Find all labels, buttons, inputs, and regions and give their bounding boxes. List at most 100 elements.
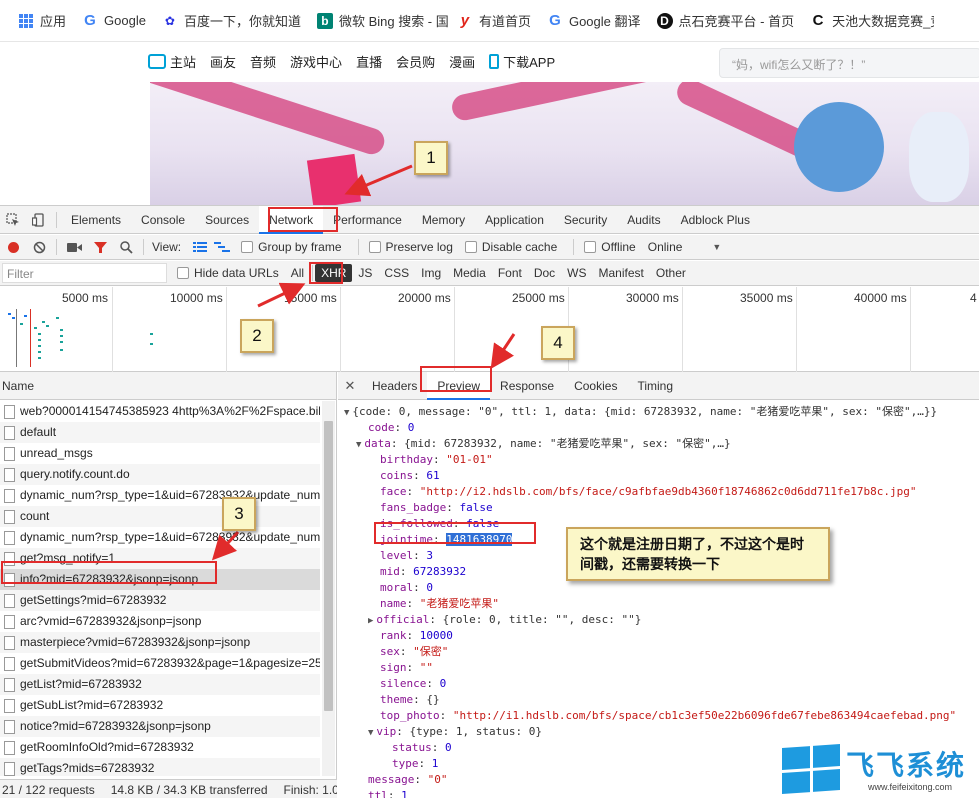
bookmark-google[interactable]: G Google [74,6,154,36]
tab-elements[interactable]: Elements [61,206,131,234]
file-icon [4,593,15,608]
request-row[interactable]: arc?vmid=67283932&jsonp=jsonp [0,611,320,632]
dianshi-icon: D [656,12,673,29]
nav-item-live[interactable]: 直播 [356,52,382,71]
nav-item-main[interactable]: 主站 [170,52,196,71]
tab-headers[interactable]: Headers [362,372,427,400]
filter-toggle-button[interactable] [87,235,113,260]
bookmark-dianshi[interactable]: D 点石竞赛平台 - 首页 [649,6,803,36]
request-list[interactable]: web?000014154745385923 4http%3A%2F%2Fspa… [0,401,320,776]
waterfall-bar [38,351,41,353]
tab-application[interactable]: Application [475,206,554,234]
overview-button[interactable] [211,235,233,260]
group-by-frame-checkbox[interactable]: Group by frame [241,240,342,254]
tab-console[interactable]: Console [131,206,195,234]
bookmark-google-translate[interactable]: G Google 翻译 [539,6,649,36]
nav-item-games[interactable]: 游戏中心 [290,52,342,71]
filter-type-css[interactable]: CSS [378,264,415,282]
request-row[interactable]: default [0,422,320,443]
capture-screenshots-button[interactable] [61,235,87,260]
filter-input[interactable]: Filter [2,263,167,283]
record-icon [7,241,19,253]
request-row[interactable]: getSubmitVideos?mid=67283932&page=1&page… [0,653,320,674]
json-vip-row[interactable]: ▼ vip: {type: 1, status: 0} [368,724,542,741]
filter-type-js[interactable]: JS [352,264,378,282]
filter-type-manifest[interactable]: Manifest [593,264,650,282]
json-data-row[interactable]: ▼ data: {mid: 67283932, name: "老猪爱吃苹果", s… [356,436,731,453]
tab-security[interactable]: Security [554,206,617,234]
site-search-input[interactable]: “妈，wifi怎么又断了？！” [719,48,979,78]
request-row[interactable]: masterpiece?vmid=67283932&jsonp=jsonp [0,632,320,653]
banner-ribbon [150,82,388,158]
nav-item-shop[interactable]: 会员购 [396,52,435,71]
bookmark-tianchi[interactable]: C 天池大数据竞赛_竞赛 [802,6,934,36]
request-row[interactable]: notice?mid=67283932&jsonp=jsonp [0,716,320,737]
close-icon[interactable]: ✕ [338,378,362,394]
device-toolbar-icon[interactable] [26,206,52,234]
nav-item-download-app[interactable]: 下载APP [503,52,555,71]
filter-type-other[interactable]: Other [650,264,692,282]
network-overview-timeline[interactable]: 5000 ms 10000 ms 15000 ms 20000 ms 25000… [0,287,979,372]
clear-button[interactable] [26,235,52,260]
offline-checkbox[interactable]: Offline [584,240,636,254]
search-button[interactable] [113,235,139,260]
json-official-row[interactable]: ▶ official: {role: 0, title: "", desc: ""… [368,612,641,629]
request-row[interactable]: count [0,506,320,527]
nav-item-painters[interactable]: 画友 [210,52,236,71]
bookmark-baidu[interactable]: ✿ 百度一下，你就知道 [154,6,309,36]
request-row[interactable]: query.notify.count.do [0,464,320,485]
filter-type-ws[interactable]: WS [561,264,592,282]
request-row[interactable]: dynamic_num?rsp_type=1&uid=67283932&upda… [0,527,320,548]
request-row[interactable]: getTags?mids=67283932 [0,758,320,776]
waterfall-bar [34,327,37,329]
filter-type-media[interactable]: Media [447,264,492,282]
large-rows-button[interactable] [189,235,211,260]
tab-sources[interactable]: Sources [195,206,259,234]
funnel-icon [93,241,107,253]
request-name: default [20,425,57,439]
tab-adblock-plus[interactable]: Adblock Plus [671,206,760,234]
request-row[interactable]: getList?mid=67283932 [0,674,320,695]
filter-type-doc[interactable]: Doc [528,264,561,282]
baidu-icon: ✿ [164,13,175,28]
request-list-scrollbar[interactable] [322,401,335,776]
json-vip-status-row: status: 0 [392,741,452,754]
json-root-row[interactable]: ▼ {code: 0, message: "0", ttl: 1, data: {… [344,404,937,421]
disable-cache-checkbox[interactable]: Disable cache [464,240,557,254]
tab-timing[interactable]: Timing [627,372,683,400]
request-row[interactable]: getRoomInfoOld?mid=67283932 [0,737,320,758]
throttling-select[interactable]: Online [648,240,683,254]
timeline-tick-label: 30000 ms [626,291,679,305]
name-column-header[interactable]: Name [0,372,336,400]
waterfall-bar [38,345,41,347]
waterfall-bar [56,317,59,319]
tab-audits[interactable]: Audits [617,206,670,234]
request-row[interactable]: unread_msgs [0,443,320,464]
request-row[interactable]: getSubList?mid=67283932 [0,695,320,716]
bookmark-bing[interactable]: b 微软 Bing 搜索 - 国内 [309,6,449,36]
record-button[interactable] [0,235,26,260]
filter-type-all[interactable]: All [285,264,310,282]
bookmark-apps[interactable]: 应用 [10,6,74,36]
filter-type-img[interactable]: Img [415,264,447,282]
inspect-element-icon[interactable] [0,206,26,234]
bookmark-youdao[interactable]: y 有道首页 [449,6,539,36]
scrollbar-thumb[interactable] [324,421,333,711]
tab-memory[interactable]: Memory [412,206,475,234]
nav-item-manga[interactable]: 漫画 [449,52,475,71]
timeline-tick [910,287,911,372]
tab-cookies[interactable]: Cookies [564,372,627,400]
nav-item-audio[interactable]: 音频 [250,52,276,71]
banner-character [909,112,969,202]
request-row[interactable]: web?000014154745385923 4http%3A%2F%2Fspa… [0,401,320,422]
json-birthday-row: birthday: "01-01" [380,453,493,466]
request-row[interactable]: getSettings?mid=67283932 [0,590,320,611]
hide-data-urls-checkbox[interactable]: Hide data URLs [177,266,279,280]
request-row[interactable]: dynamic_num?rsp_type=1&uid=67283932&upda… [0,485,320,506]
request-name: unread_msgs [20,446,93,460]
preserve-log-checkbox[interactable]: Preserve log [368,240,453,254]
chevron-down-icon[interactable]: ▼ [712,242,721,252]
filter-type-font[interactable]: Font [492,264,528,282]
tab-response[interactable]: Response [490,372,564,400]
json-top-photo-row: top_photo: "http://i1.hdslb.com/bfs/spac… [380,709,957,722]
